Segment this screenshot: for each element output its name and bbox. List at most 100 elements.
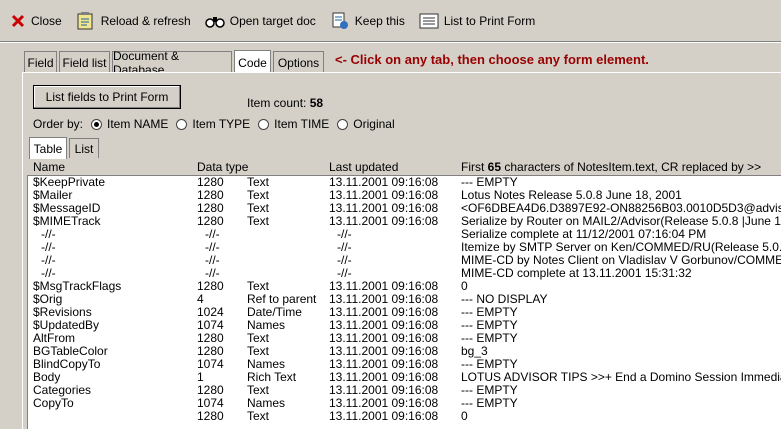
table-row[interactable]: -//- -//- -//- Itemize by SMTP Server on Ke… xyxy=(27,241,781,254)
tab-options[interactable]: Options xyxy=(273,51,324,73)
order-original-radio[interactable]: Original xyxy=(337,117,395,131)
table-row[interactable]: $KeepPrivate 1280 Text 13.11.2001 09:16:08 -… xyxy=(27,176,781,189)
col-updated-header[interactable]: Last updated xyxy=(329,160,398,174)
list-fields-to-print-form-button[interactable]: List fields to Print Form xyxy=(33,85,181,109)
cell-type: Text xyxy=(247,215,270,228)
close-x-icon xyxy=(11,14,25,27)
order-item-name-radio[interactable]: Item NAME xyxy=(91,117,168,131)
cell-updated: 13.11.2001 09:16:08 xyxy=(329,215,439,228)
open-target-label: Open target doc xyxy=(229,13,316,28)
order-item-time-radio[interactable]: Item TIME xyxy=(258,117,329,131)
table-row[interactable]: $Revisions 1024 Date/Time 13.11.2001 09:16:… xyxy=(27,306,781,319)
items-table: Name Data type Last updated First 65 cha… xyxy=(27,159,781,429)
code-panel: List fields to Print Form Item count: 58… xyxy=(22,72,781,429)
table-row[interactable]: $MessageID 1280 Text 13.11.2001 09:16:08 <OF… xyxy=(27,202,781,215)
cell-name: BlindCopyTo xyxy=(33,358,101,371)
print-list-icon xyxy=(419,13,439,28)
table-row[interactable]: -//- -//- -//- Serialize complete at 11/12/… xyxy=(27,228,781,241)
cell-updated: 13.11.2001 09:16:08 xyxy=(329,371,439,384)
cell-type: Text xyxy=(247,176,270,189)
order-item-type-radio[interactable]: Item TYPE xyxy=(176,117,250,131)
instruction-hint: <- Click on any tab, then choose any for… xyxy=(335,52,649,67)
table-row[interactable]: $MsgTrackFlags 1280 Text 13.11.2001 09:16:0… xyxy=(27,280,781,293)
keep-this-label: Keep this xyxy=(354,13,405,28)
cell-name: $MessageID xyxy=(33,202,101,215)
cell-name: -//- xyxy=(41,241,56,254)
cell-text: Itemize by SMTP Server on Ken/COMMED/RU(… xyxy=(461,241,781,254)
cell-text: --- EMPTY xyxy=(461,176,518,189)
cell-updated: 13.11.2001 09:16:08 xyxy=(329,202,439,215)
order-by-label: Order by: xyxy=(33,117,84,131)
cell-updated: 13.11.2001 09:16:08 xyxy=(329,397,439,410)
table-row[interactable]: $UpdatedBy 1074 Names 13.11.2001 09:16:08 --… xyxy=(27,319,781,332)
tab-field[interactable]: Field xyxy=(24,51,57,73)
table-row[interactable]: BlindCopyTo 1074 Names 13.11.2001 09:16:08 -… xyxy=(27,358,781,371)
cell-length: -//- xyxy=(205,228,220,241)
cell-text: --- EMPTY xyxy=(461,384,518,397)
cell-name: -//- xyxy=(41,267,56,280)
list-to-print-form-button[interactable]: List to Print Form xyxy=(419,12,535,30)
cell-type: Text xyxy=(247,332,270,345)
cell-text: LOTUS ADVISOR TIPS >>+ End a Domino Sess… xyxy=(461,371,781,384)
cell-updated: 13.11.2001 09:16:08 xyxy=(329,176,439,189)
cell-text: --- EMPTY xyxy=(461,358,518,371)
radio-icon xyxy=(337,118,349,130)
table-row[interactable]: 1280 Text 13.11.2001 09:16:08 0 xyxy=(27,410,781,423)
cell-updated: 13.11.2001 09:16:08 xyxy=(329,384,439,397)
table-row[interactable]: Body 1 Rich Text 13.11.2001 09:16:08 LOTUS A… xyxy=(27,371,781,384)
cell-type: Names xyxy=(247,397,286,410)
subtab-list[interactable]: List xyxy=(69,138,99,158)
binoculars-icon xyxy=(204,16,225,28)
order-item-type-label: Item TYPE xyxy=(192,117,251,131)
cell-name: $Mailer xyxy=(33,189,73,202)
table-row[interactable]: $Mailer 1280 Text 13.11.2001 09:16:08 Lotus … xyxy=(27,189,781,202)
cell-length: 1280 xyxy=(197,410,224,423)
cell-text: Serialize by Router on MAIL2/Advisor(Rel… xyxy=(461,215,781,228)
table-row[interactable]: -//- -//- -//- MIME-CD by Notes Client on V… xyxy=(27,254,781,267)
cell-updated: 13.11.2001 09:16:08 xyxy=(329,280,439,293)
cell-name: -//- xyxy=(41,254,56,267)
keep-this-button[interactable]: Keep this xyxy=(330,11,405,31)
radio-icon xyxy=(176,118,188,130)
col-type-header[interactable]: Data type xyxy=(197,160,248,174)
cell-name: $Orig xyxy=(33,293,63,306)
table-row[interactable]: $Orig 4 Ref to parent 13.11.2001 09:16:08 --… xyxy=(27,293,781,306)
col-text-header[interactable]: First 65 characters of NotesItem.text, C… xyxy=(461,160,761,174)
col-name-header[interactable]: Name xyxy=(33,160,65,174)
cell-name: BGTableColor xyxy=(33,345,108,358)
subtab-table[interactable]: Table xyxy=(29,137,67,159)
cell-updated: 13.11.2001 09:16:08 xyxy=(329,410,439,423)
cell-type: Text xyxy=(247,410,270,423)
cell-text: --- NO DISPLAY xyxy=(461,293,548,306)
table-row[interactable]: BGTableColor 1280 Text 13.11.2001 09:16:08 b… xyxy=(27,345,781,358)
cell-text: bg_3 xyxy=(461,345,488,358)
cell-text: 0 xyxy=(461,280,468,293)
list-to-print-label: List to Print Form xyxy=(443,13,536,28)
order-by-group: Order by: Item NAME Item TYPE Item TIME … xyxy=(33,117,395,131)
cell-text: Lotus Notes Release 5.0.8 June 18, 2001 xyxy=(461,189,682,202)
table-row[interactable]: $MIMETrack 1280 Text 13.11.2001 09:16:08 Ser… xyxy=(27,215,781,228)
table-row[interactable]: CopyTo 1074 Names 13.11.2001 09:16:08 --- EM… xyxy=(27,397,781,410)
open-target-doc-button[interactable]: Open target doc xyxy=(204,13,316,29)
tab-field-list[interactable]: Field list xyxy=(59,51,110,73)
cell-text: MIME-CD complete at 13.11.2001 15:31:32 xyxy=(461,267,692,280)
close-label: Close xyxy=(31,13,62,28)
reload-refresh-button[interactable]: Reload & refresh xyxy=(76,11,191,31)
cell-updated: 13.11.2001 09:16:08 xyxy=(329,345,439,358)
table-row[interactable]: Categories 1280 Text 13.11.2001 09:16:08 ---… xyxy=(27,384,781,397)
table-body: $KeepPrivate 1280 Text 13.11.2001 09:16:08-… xyxy=(27,176,781,423)
cell-length: 1280 xyxy=(197,384,224,397)
cell-name: $UpdatedBy xyxy=(33,319,100,332)
cell-type: Ref to parent xyxy=(247,293,317,306)
tab-document-database[interactable]: Document & Database xyxy=(112,49,232,77)
close-button[interactable]: Close xyxy=(10,13,62,29)
item-count-label: Item count: xyxy=(247,96,307,110)
tab-code[interactable]: Code xyxy=(234,50,271,74)
table-row[interactable]: -//- -//- -//- MIME-CD complete at 13.11.20… xyxy=(27,267,781,280)
table-row[interactable]: AltFrom 1280 Text 13.11.2001 09:16:08 --- EM… xyxy=(27,332,781,345)
order-original-label: Original xyxy=(353,117,395,131)
cell-text: <OF6DBEA4D6.D3897E92-ON88256B03.0010D5D3… xyxy=(461,202,781,215)
radio-icon xyxy=(258,118,270,130)
item-count: Item count: 58 xyxy=(247,96,323,110)
cell-text: --- EMPTY xyxy=(461,397,518,410)
